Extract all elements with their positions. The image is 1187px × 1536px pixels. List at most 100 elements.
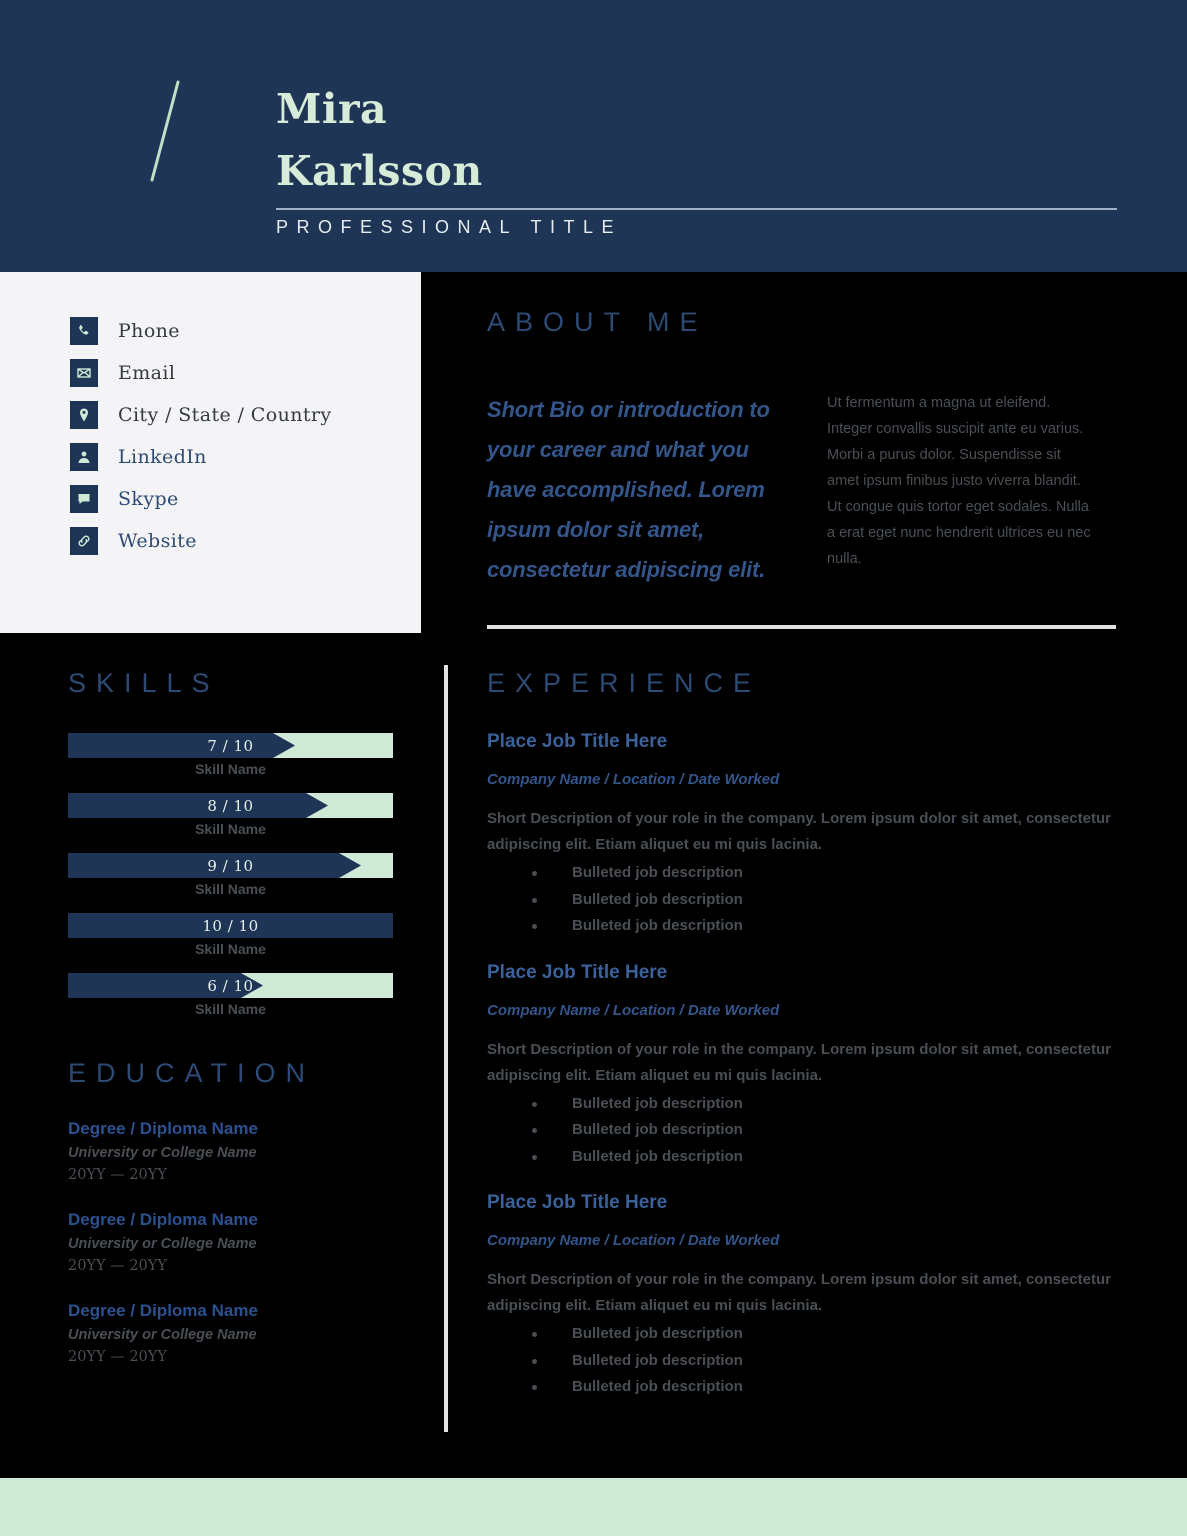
- skills-section: SKILLS 7 / 10 Skill Name 8 / 10 Skill Name 9…: [68, 668, 398, 1033]
- experience-description: Short Description of your role in the co…: [487, 1271, 1111, 1314]
- experience-job-title: Place Job Title Here: [487, 961, 668, 983]
- skype-chat-icon: [70, 485, 98, 513]
- linkedin-person-icon: [70, 443, 98, 471]
- experience-item: Place Job Title Here Company Name / Locat…: [487, 1192, 1119, 1401]
- contact-item-skype[interactable]: Skype: [70, 478, 332, 520]
- column-divider: [444, 665, 448, 1432]
- skill-bar-track: 7 / 10: [68, 733, 393, 758]
- education-years: 20YY — 20YY: [68, 1167, 167, 1183]
- education-list: Degree / Diploma Name University or Colle…: [68, 1119, 408, 1365]
- footer-bar: [0, 1478, 1187, 1536]
- experience-item: Place Job Title Here Company Name / Locat…: [487, 962, 1119, 1171]
- skill-bar-track: 8 / 10: [68, 793, 393, 818]
- skill-name-label: Skill Name: [195, 941, 266, 957]
- education-item: Degree / Diploma Name University or Colle…: [68, 1119, 408, 1183]
- last-name: Karlsson: [276, 147, 483, 195]
- contact-list: Phone Email City / State / Country Linke…: [70, 310, 332, 562]
- experience-description: Short Description of your role in the co…: [487, 1040, 1111, 1084]
- skill-value-label: 8 / 10: [207, 796, 254, 815]
- experience-bullet: Bulleted job description: [487, 1144, 1119, 1171]
- skill-name-label: Skill Name: [195, 821, 266, 837]
- skill-item: 10 / 10 Skill Name: [68, 913, 398, 957]
- education-heading: EDUCATION: [68, 1058, 316, 1088]
- experience-job-title: Place Job Title Here: [487, 731, 668, 752]
- skill-name-label: Skill Name: [195, 1001, 266, 1017]
- experience-bullet-list: Bulleted job description Bulleted job des…: [487, 1091, 1119, 1171]
- skill-list: 7 / 10 Skill Name 8 / 10 Skill Name 9 / 10 Sk…: [68, 733, 398, 1017]
- education-degree: Degree / Diploma Name: [68, 1210, 258, 1229]
- about-section: ABOUT ME Short Bio or introduction to yo…: [487, 307, 1117, 590]
- skill-name-label: Skill Name: [195, 881, 266, 897]
- experience-bullet: Bulleted job description: [487, 887, 1119, 914]
- experience-bullet-list: Bulleted job description Bulleted job des…: [487, 860, 1119, 940]
- resume-page: Mira Karlsson PROFESSIONAL TITLE Phone E…: [0, 0, 1187, 1536]
- name-block: Mira Karlsson PROFESSIONAL TITLE: [276, 78, 1121, 238]
- phone-icon: [70, 317, 98, 345]
- about-divider: [487, 625, 1116, 629]
- skill-bar-track: 6 / 10: [68, 973, 393, 998]
- envelope-icon: [70, 359, 98, 387]
- contact-label-linkedin: LinkedIn: [118, 446, 207, 468]
- education-years: 20YY — 20YY: [68, 1258, 167, 1274]
- professional-title: PROFESSIONAL TITLE: [276, 217, 623, 237]
- experience-bullet: Bulleted job description: [487, 1348, 1119, 1375]
- name-divider: [276, 208, 1117, 210]
- diagonal-slash-icon: [150, 80, 180, 182]
- about-heading: ABOUT ME: [487, 307, 708, 337]
- education-item: Degree / Diploma Name University or Colle…: [68, 1301, 408, 1365]
- experience-bullet-list: Bulleted job description Bulleted job des…: [487, 1321, 1119, 1401]
- skill-item: 9 / 10 Skill Name: [68, 853, 398, 897]
- contact-label-location: City / State / Country: [118, 404, 332, 426]
- education-school: University or College Name: [68, 1236, 257, 1252]
- skill-item: 7 / 10 Skill Name: [68, 733, 398, 777]
- experience-bullet: Bulleted job description: [487, 1117, 1119, 1144]
- skill-name-label: Skill Name: [195, 761, 266, 777]
- contact-label-skype: Skype: [118, 488, 179, 510]
- experience-company-meta: Company Name / Location / Date Worked: [487, 1232, 780, 1249]
- contact-panel: Phone Email City / State / Country Linke…: [0, 272, 421, 633]
- contact-item-linkedin[interactable]: LinkedIn: [70, 436, 332, 478]
- experience-bullet: Bulleted job description: [487, 913, 1119, 940]
- experience-bullet: Bulleted job description: [487, 1374, 1119, 1401]
- contact-label-website: Website: [118, 530, 197, 552]
- contact-label-phone: Phone: [118, 320, 180, 342]
- contact-item-email[interactable]: Email: [70, 352, 332, 394]
- education-item: Degree / Diploma Name University or Colle…: [68, 1210, 408, 1274]
- experience-item: Place Job Title Here Company Name / Locat…: [487, 731, 1119, 940]
- experience-bullet: Bulleted job description: [487, 1091, 1119, 1118]
- skill-value-label: 6 / 10: [207, 976, 254, 995]
- skill-value-label: 7 / 10: [207, 736, 254, 755]
- education-degree: Degree / Diploma Name: [68, 1301, 258, 1320]
- experience-section: EXPERIENCE Place Job Title Here Company N…: [487, 668, 1119, 1423]
- skill-bar-track: 10 / 10: [68, 913, 393, 938]
- link-chain-icon: [70, 527, 98, 555]
- experience-job-title: Place Job Title Here: [487, 1192, 668, 1213]
- about-bio: Short Bio or introduction to your career…: [487, 397, 770, 582]
- education-degree: Degree / Diploma Name: [68, 1119, 258, 1138]
- education-years: 20YY — 20YY: [68, 1349, 167, 1365]
- experience-bullet: Bulleted job description: [487, 860, 1119, 887]
- experience-heading: EXPERIENCE: [487, 668, 762, 698]
- contact-item-website[interactable]: Website: [70, 520, 332, 562]
- skill-item: 8 / 10 Skill Name: [68, 793, 398, 837]
- about-body: Short Bio or introduction to your career…: [487, 390, 1117, 590]
- education-school: University or College Name: [68, 1145, 257, 1161]
- experience-company-meta: Company Name / Location / Date Worked: [487, 1001, 780, 1019]
- location-pin-icon: [70, 401, 98, 429]
- first-name: Mira: [276, 85, 388, 133]
- experience-company-meta: Company Name / Location / Date Worked: [487, 771, 780, 788]
- contact-item-location[interactable]: City / State / Country: [70, 394, 332, 436]
- education-school: University or College Name: [68, 1327, 257, 1343]
- education-section: EDUCATION Degree / Diploma Name Universit…: [68, 1058, 408, 1392]
- skill-bar-track: 9 / 10: [68, 853, 393, 878]
- skill-value-label: 10 / 10: [202, 916, 259, 935]
- skill-value-label: 9 / 10: [207, 856, 254, 875]
- contact-label-email: Email: [118, 362, 176, 384]
- header-banner: Mira Karlsson PROFESSIONAL TITLE: [0, 0, 1187, 272]
- experience-description: Short Description of your role in the co…: [487, 810, 1111, 853]
- experience-list: Place Job Title Here Company Name / Locat…: [487, 731, 1119, 1401]
- experience-bullet: Bulleted job description: [487, 1321, 1119, 1348]
- skill-item: 6 / 10 Skill Name: [68, 973, 398, 1017]
- about-lorem: Ut fermentum a magna ut eleifend. Intege…: [827, 395, 1091, 567]
- contact-item-phone[interactable]: Phone: [70, 310, 332, 352]
